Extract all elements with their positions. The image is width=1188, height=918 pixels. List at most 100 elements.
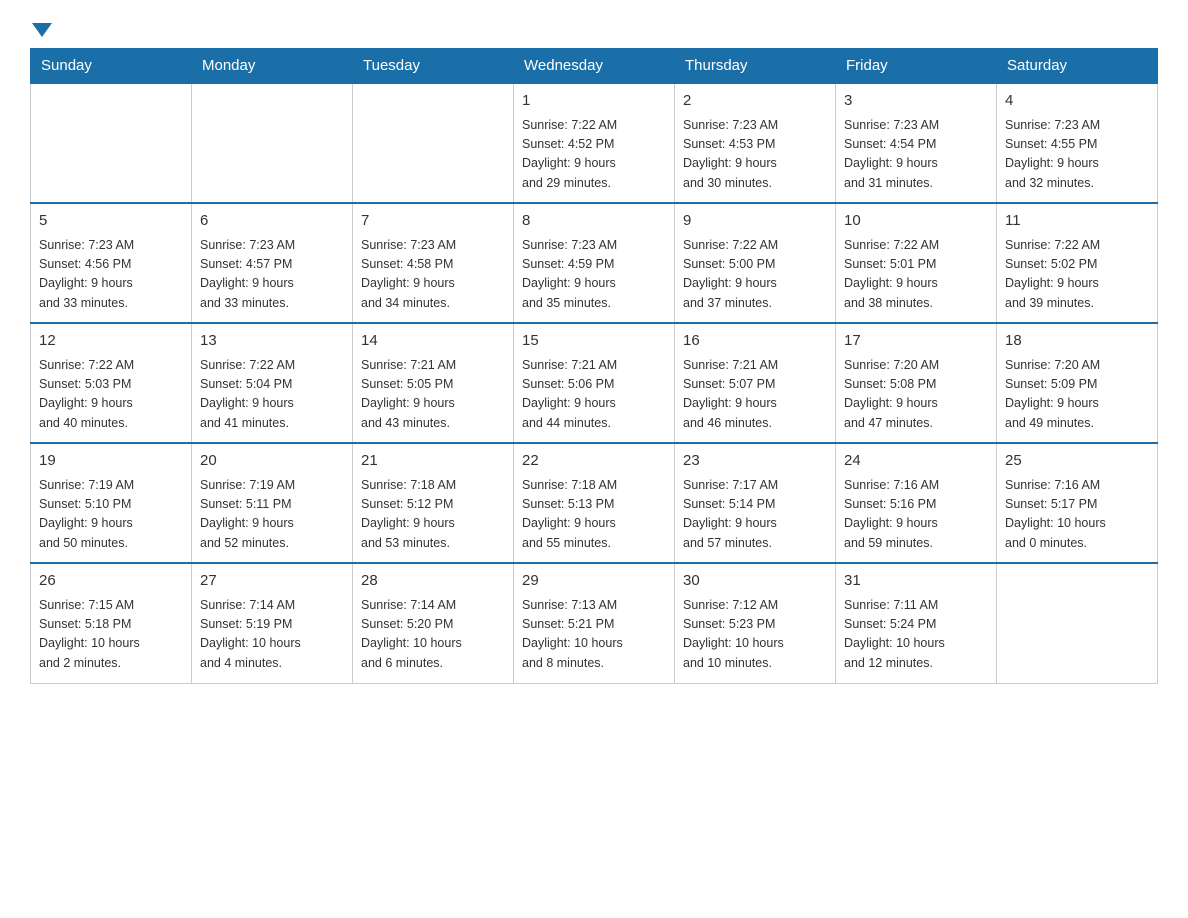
calendar-cell: 4 Sunrise: 7:23 AMSunset: 4:55 PMDaylight… [997, 83, 1158, 203]
day-info: Sunrise: 7:21 AMSunset: 5:07 PMDaylight:… [683, 356, 827, 434]
calendar-cell: 21 Sunrise: 7:18 AMSunset: 5:12 PMDayligh… [353, 443, 514, 563]
day-number: 20 [200, 450, 344, 473]
day-number: 3 [844, 90, 988, 113]
day-number: 22 [522, 450, 666, 473]
day-info: Sunrise: 7:22 AMSunset: 5:01 PMDaylight:… [844, 236, 988, 314]
day-info: Sunrise: 7:14 AMSunset: 5:20 PMDaylight:… [361, 596, 505, 674]
day-number: 23 [683, 450, 827, 473]
calendar-cell: 17 Sunrise: 7:20 AMSunset: 5:08 PMDayligh… [836, 323, 997, 443]
day-info: Sunrise: 7:23 AMSunset: 4:56 PMDaylight:… [39, 236, 183, 314]
day-number: 6 [200, 210, 344, 233]
day-number: 4 [1005, 90, 1149, 113]
col-header-saturday: Saturday [997, 49, 1158, 84]
calendar-cell: 25Sunrise: 7:16 AMSunset: 5:17 PMDayligh… [997, 443, 1158, 563]
day-number: 18 [1005, 330, 1149, 353]
day-info: Sunrise: 7:21 AMSunset: 5:05 PMDaylight:… [361, 356, 505, 434]
col-header-tuesday: Tuesday [353, 49, 514, 84]
day-number: 29 [522, 570, 666, 593]
calendar-cell [353, 83, 514, 203]
calendar-cell: 14 Sunrise: 7:21 AMSunset: 5:05 PMDayligh… [353, 323, 514, 443]
day-info: Sunrise: 7:20 AMSunset: 5:08 PMDaylight:… [844, 356, 988, 434]
day-info: Sunrise: 7:21 AMSunset: 5:06 PMDaylight:… [522, 356, 666, 434]
day-info: Sunrise: 7:23 AMSunset: 4:53 PMDaylight:… [683, 116, 827, 194]
calendar-cell: 8 Sunrise: 7:23 AMSunset: 4:59 PMDaylight… [514, 203, 675, 323]
calendar-table: SundayMondayTuesdayWednesdayThursdayFrid… [30, 48, 1158, 684]
day-info: Sunrise: 7:23 AMSunset: 4:55 PMDaylight:… [1005, 116, 1149, 194]
calendar-cell: 28 Sunrise: 7:14 AMSunset: 5:20 PMDayligh… [353, 563, 514, 683]
day-number: 27 [200, 570, 344, 593]
day-info: Sunrise: 7:23 AMSunset: 4:59 PMDaylight:… [522, 236, 666, 314]
day-number: 12 [39, 330, 183, 353]
day-info: Sunrise: 7:23 AMSunset: 4:57 PMDaylight:… [200, 236, 344, 314]
calendar-cell: 9Sunrise: 7:22 AMSunset: 5:00 PMDaylight… [675, 203, 836, 323]
day-info: Sunrise: 7:14 AMSunset: 5:19 PMDaylight:… [200, 596, 344, 674]
day-info: Sunrise: 7:19 AMSunset: 5:10 PMDaylight:… [39, 476, 183, 554]
week-row-1: 1 Sunrise: 7:22 AMSunset: 4:52 PMDaylight… [31, 83, 1158, 203]
day-number: 24 [844, 450, 988, 473]
col-header-monday: Monday [192, 49, 353, 84]
calendar-cell: 15 Sunrise: 7:21 AMSunset: 5:06 PMDayligh… [514, 323, 675, 443]
calendar-cell: 30 Sunrise: 7:12 AMSunset: 5:23 PMDayligh… [675, 563, 836, 683]
calendar-cell: 23 Sunrise: 7:17 AMSunset: 5:14 PMDayligh… [675, 443, 836, 563]
day-number: 5 [39, 210, 183, 233]
day-info: Sunrise: 7:15 AMSunset: 5:18 PMDaylight:… [39, 596, 183, 674]
calendar-cell: 27 Sunrise: 7:14 AMSunset: 5:19 PMDayligh… [192, 563, 353, 683]
day-info: Sunrise: 7:23 AMSunset: 4:54 PMDaylight:… [844, 116, 988, 194]
day-info: Sunrise: 7:22 AMSunset: 5:02 PMDaylight:… [1005, 236, 1149, 314]
day-number: 21 [361, 450, 505, 473]
day-number: 19 [39, 450, 183, 473]
calendar-cell [31, 83, 192, 203]
day-number: 28 [361, 570, 505, 593]
day-info: Sunrise: 7:20 AMSunset: 5:09 PMDaylight:… [1005, 356, 1149, 434]
day-number: 14 [361, 330, 505, 353]
col-header-thursday: Thursday [675, 49, 836, 84]
calendar-cell: 12 Sunrise: 7:22 AMSunset: 5:03 PMDayligh… [31, 323, 192, 443]
day-info: Sunrise: 7:18 AMSunset: 5:13 PMDaylight:… [522, 476, 666, 554]
day-number: 7 [361, 210, 505, 233]
week-row-3: 12 Sunrise: 7:22 AMSunset: 5:03 PMDayligh… [31, 323, 1158, 443]
day-number: 8 [522, 210, 666, 233]
day-info: Sunrise: 7:22 AMSunset: 5:04 PMDaylight:… [200, 356, 344, 434]
day-number: 31 [844, 570, 988, 593]
day-info: Sunrise: 7:17 AMSunset: 5:14 PMDaylight:… [683, 476, 827, 554]
calendar-cell: 19 Sunrise: 7:19 AMSunset: 5:10 PMDayligh… [31, 443, 192, 563]
day-info: Sunrise: 7:22 AMSunset: 5:00 PMDaylight:… [683, 236, 827, 314]
day-info: Sunrise: 7:18 AMSunset: 5:12 PMDaylight:… [361, 476, 505, 554]
calendar-cell: 2Sunrise: 7:23 AMSunset: 4:53 PMDaylight… [675, 83, 836, 203]
day-info: Sunrise: 7:12 AMSunset: 5:23 PMDaylight:… [683, 596, 827, 674]
day-info: Sunrise: 7:19 AMSunset: 5:11 PMDaylight:… [200, 476, 344, 554]
calendar-cell [997, 563, 1158, 683]
calendar-cell: 20 Sunrise: 7:19 AMSunset: 5:11 PMDayligh… [192, 443, 353, 563]
day-number: 26 [39, 570, 183, 593]
week-row-5: 26 Sunrise: 7:15 AMSunset: 5:18 PMDayligh… [31, 563, 1158, 683]
calendar-cell: 11 Sunrise: 7:22 AMSunset: 5:02 PMDayligh… [997, 203, 1158, 323]
day-number: 13 [200, 330, 344, 353]
logo [30, 20, 54, 30]
day-number: 1 [522, 90, 666, 113]
calendar-cell: 24 Sunrise: 7:16 AMSunset: 5:16 PMDayligh… [836, 443, 997, 563]
calendar-header-row: SundayMondayTuesdayWednesdayThursdayFrid… [31, 49, 1158, 84]
day-number: 30 [683, 570, 827, 593]
calendar-cell: 6 Sunrise: 7:23 AMSunset: 4:57 PMDaylight… [192, 203, 353, 323]
week-row-4: 19 Sunrise: 7:19 AMSunset: 5:10 PMDayligh… [31, 443, 1158, 563]
day-number: 15 [522, 330, 666, 353]
day-info: Sunrise: 7:16 AMSunset: 5:16 PMDaylight:… [844, 476, 988, 554]
day-info: Sunrise: 7:22 AMSunset: 4:52 PMDaylight:… [522, 116, 666, 194]
day-info: Sunrise: 7:22 AMSunset: 5:03 PMDaylight:… [39, 356, 183, 434]
col-header-friday: Friday [836, 49, 997, 84]
calendar-cell: 31 Sunrise: 7:11 AMSunset: 5:24 PMDayligh… [836, 563, 997, 683]
page-header [30, 20, 1158, 30]
day-info: Sunrise: 7:16 AMSunset: 5:17 PMDaylight:… [1005, 476, 1149, 554]
calendar-cell: 13 Sunrise: 7:22 AMSunset: 5:04 PMDayligh… [192, 323, 353, 443]
day-info: Sunrise: 7:11 AMSunset: 5:24 PMDaylight:… [844, 596, 988, 674]
calendar-cell: 22 Sunrise: 7:18 AMSunset: 5:13 PMDayligh… [514, 443, 675, 563]
day-info: Sunrise: 7:13 AMSunset: 5:21 PMDaylight:… [522, 596, 666, 674]
calendar-cell: 18 Sunrise: 7:20 AMSunset: 5:09 PMDayligh… [997, 323, 1158, 443]
day-number: 17 [844, 330, 988, 353]
day-number: 16 [683, 330, 827, 353]
calendar-cell: 16 Sunrise: 7:21 AMSunset: 5:07 PMDayligh… [675, 323, 836, 443]
calendar-cell: 3 Sunrise: 7:23 AMSunset: 4:54 PMDaylight… [836, 83, 997, 203]
calendar-cell: 26 Sunrise: 7:15 AMSunset: 5:18 PMDayligh… [31, 563, 192, 683]
calendar-cell: 10Sunrise: 7:22 AMSunset: 5:01 PMDayligh… [836, 203, 997, 323]
day-number: 11 [1005, 210, 1149, 233]
